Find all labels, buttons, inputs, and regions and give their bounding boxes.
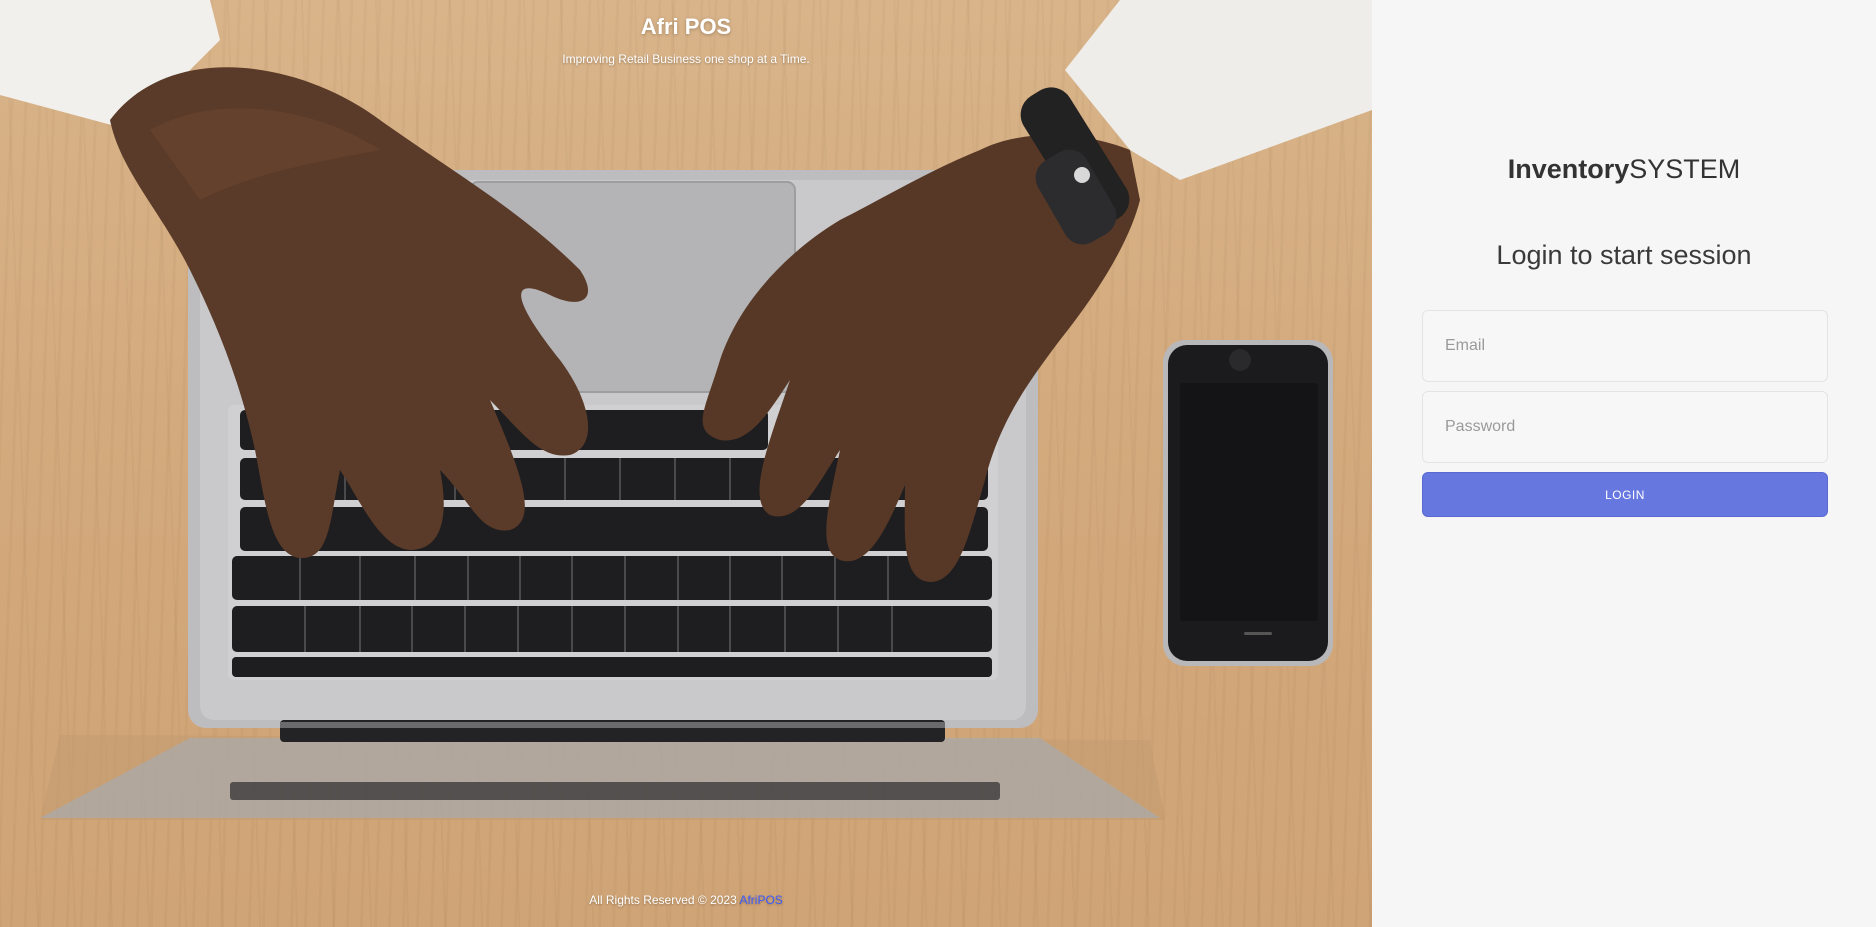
hero-panel: Afri POS Improving Retail Business one s… <box>0 0 1372 927</box>
copyright-text: All Rights Reserved © 2023 <box>589 893 740 907</box>
afripos-link[interactable]: AfriPOS <box>739 893 782 907</box>
login-button[interactable]: LOGIN <box>1422 472 1828 517</box>
login-subtitle: Login to start session <box>1496 240 1752 270</box>
email-field[interactable] <box>1422 310 1828 382</box>
hero-footer: All Rights Reserved © 2023 AfriPOS <box>0 893 1372 907</box>
hero-title: Afri POS <box>640 14 732 39</box>
brand-bold: Inventory <box>1507 154 1630 184</box>
hero-background-photo <box>0 0 1372 820</box>
login-panel: InventorySYSTEM Login to start session L… <box>1372 0 1876 927</box>
hero-tagline: Improving Retail Business one shop at a … <box>562 52 810 66</box>
password-field[interactable] <box>1422 391 1828 463</box>
brand-light: SYSTEM <box>1629 154 1741 184</box>
brand-logo-text: InventorySYSTEM <box>1372 154 1876 185</box>
